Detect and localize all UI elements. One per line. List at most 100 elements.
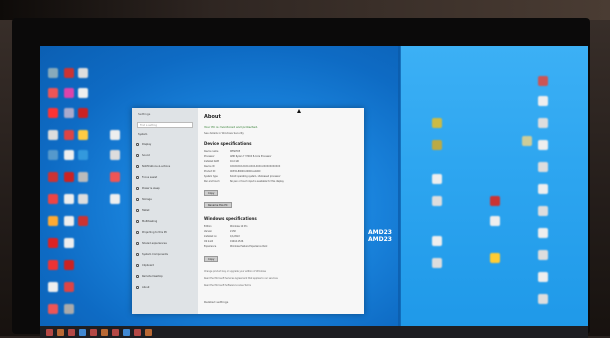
desktop-icon[interactable] xyxy=(538,76,548,86)
desktop-icon[interactable] xyxy=(538,250,548,260)
desktop-icon[interactable] xyxy=(490,216,500,226)
desktop-icon[interactable] xyxy=(522,136,532,146)
taskbar-app-icon[interactable] xyxy=(57,328,64,336)
taskbar-app-icon[interactable] xyxy=(79,328,86,336)
copy-device-button[interactable]: Copy xyxy=(204,190,219,196)
desktop-icon[interactable] xyxy=(78,150,88,160)
desktop-icon[interactable] xyxy=(48,194,58,204)
desktop-icon[interactable] xyxy=(538,184,548,194)
sidebar-item-display[interactable]: Display xyxy=(136,142,151,147)
sidebar-item-power[interactable]: Power & sleep xyxy=(136,186,160,191)
desktop-icon[interactable] xyxy=(538,294,548,304)
settings-title: Settings xyxy=(138,112,151,116)
taskbar-app-icon[interactable] xyxy=(101,328,108,336)
desktop-icon[interactable] xyxy=(64,282,74,292)
desktop-icon[interactable] xyxy=(110,172,120,182)
desktop-icon[interactable] xyxy=(64,108,74,118)
sidebar-item-storage[interactable]: Storage xyxy=(136,197,152,202)
desktop-icon[interactable] xyxy=(64,88,74,98)
desktop-icon[interactable] xyxy=(78,88,88,98)
desktop-icon[interactable] xyxy=(64,172,74,182)
desktop-icon[interactable] xyxy=(110,194,120,204)
desktop-icon[interactable] xyxy=(64,130,74,140)
sidebar-item-shared[interactable]: Shared experiences xyxy=(136,241,167,246)
taskbar-app-icon[interactable] xyxy=(112,328,119,336)
desktop-icon[interactable] xyxy=(432,118,442,128)
multitasking-icon xyxy=(136,220,139,223)
desktop-icon[interactable] xyxy=(110,150,120,160)
sidebar-item-notifications[interactable]: Notifications & actions xyxy=(136,164,170,169)
desktop-icon[interactable] xyxy=(64,216,74,226)
taskbar-app-icon[interactable] xyxy=(145,328,152,336)
desktop-icon[interactable] xyxy=(538,228,548,238)
desktop-icon[interactable] xyxy=(64,260,74,270)
desktop-icon[interactable] xyxy=(538,162,548,172)
desktop-icon[interactable] xyxy=(78,68,88,78)
desktop-icon[interactable] xyxy=(48,150,58,160)
desktop-icon[interactable] xyxy=(64,238,74,248)
desktop-icon[interactable] xyxy=(64,68,74,78)
desktop-icon[interactable] xyxy=(64,304,74,314)
spec-row: Device name DESKTOP xyxy=(204,150,241,153)
desktop-icon[interactable] xyxy=(432,236,442,246)
seam-label: AMD23 xyxy=(368,236,392,243)
desktop-icon[interactable] xyxy=(48,88,58,98)
desktop-icon[interactable] xyxy=(78,194,88,204)
taskbar-app-icon[interactable] xyxy=(46,328,53,336)
desktop-icon[interactable] xyxy=(538,118,548,128)
desktop-icon[interactable] xyxy=(432,258,442,268)
remote-icon xyxy=(136,275,139,278)
desktop-icon[interactable] xyxy=(432,140,442,150)
desktop-icon[interactable] xyxy=(538,206,548,216)
desktop-icon[interactable] xyxy=(432,196,442,206)
monitor-bezel: AMD23 AMD23 Settings Find a setting Syst… xyxy=(12,18,590,338)
sidebar-item-sound[interactable]: Sound xyxy=(136,153,150,158)
settings-window[interactable]: Settings Find a setting System Display S… xyxy=(132,108,364,314)
desktop-icon[interactable] xyxy=(78,216,88,226)
desktop-icon[interactable] xyxy=(48,68,58,78)
taskbar-app-icon[interactable] xyxy=(68,328,75,336)
sidebar-item-tablet[interactable]: Tablet xyxy=(136,208,149,213)
sidebar-item-multitasking[interactable]: Multitasking xyxy=(136,219,157,224)
rename-pc-button[interactable]: Rename this PC xyxy=(204,202,232,208)
desktop-icon[interactable] xyxy=(48,238,58,248)
sidebar-item-components[interactable]: System Components xyxy=(136,252,168,257)
sidebar-item-remote[interactable]: Remote Desktop xyxy=(136,274,163,279)
settings-search-input[interactable]: Find a setting xyxy=(137,122,193,128)
desktop-icon[interactable] xyxy=(64,150,74,160)
sidebar-item-about[interactable]: About xyxy=(136,285,149,290)
desktop-icon[interactable] xyxy=(48,108,58,118)
desktop-icon[interactable] xyxy=(64,194,74,204)
taskbar-app-icon[interactable] xyxy=(90,328,97,336)
desktop-icon[interactable] xyxy=(48,282,58,292)
desktop-icon[interactable] xyxy=(110,130,120,140)
desktop-icon[interactable] xyxy=(48,216,58,226)
spec-row: Device ID XXXXXXXX-XXXX-XXXX-XXXX-XXXXXXX… xyxy=(204,165,281,168)
desktop-icon[interactable] xyxy=(48,172,58,182)
taskbar-app-icon[interactable] xyxy=(123,328,130,336)
desktop-icon[interactable] xyxy=(78,130,88,140)
license-terms-link[interactable]: Read the Microsoft Software License Term… xyxy=(204,284,251,287)
desktop-icon[interactable] xyxy=(78,108,88,118)
security-details-link[interactable]: See details in Windows Security xyxy=(204,132,244,135)
device-specs-heading: Device specifications xyxy=(204,141,252,146)
desktop-icon[interactable] xyxy=(538,140,548,150)
product-key-link[interactable]: Change product key or upgrade your editi… xyxy=(204,270,266,273)
desktop-icon[interactable] xyxy=(490,196,500,206)
desktop-icon[interactable] xyxy=(78,172,88,182)
desktop-icon[interactable] xyxy=(432,174,442,184)
copy-windows-button[interactable]: Copy xyxy=(204,256,219,262)
taskbar-app-icon[interactable] xyxy=(134,328,141,336)
protection-status: Your PC is monitored and protected. xyxy=(204,125,258,129)
desktop-icon[interactable] xyxy=(48,130,58,140)
desktop-icon[interactable] xyxy=(490,253,500,263)
services-agreement-link[interactable]: Read the Microsoft Services Agreement th… xyxy=(204,277,278,280)
desktop-icon[interactable] xyxy=(538,272,548,282)
desktop-icon[interactable] xyxy=(48,260,58,270)
sidebar-item-focus[interactable]: Focus assist xyxy=(136,175,157,180)
page-title: About xyxy=(204,114,221,120)
sidebar-item-clipboard[interactable]: Clipboard xyxy=(136,263,154,268)
sidebar-item-projecting[interactable]: Projecting to this PC xyxy=(136,230,167,235)
desktop-icon[interactable] xyxy=(538,96,548,106)
desktop-icon[interactable] xyxy=(48,304,58,314)
